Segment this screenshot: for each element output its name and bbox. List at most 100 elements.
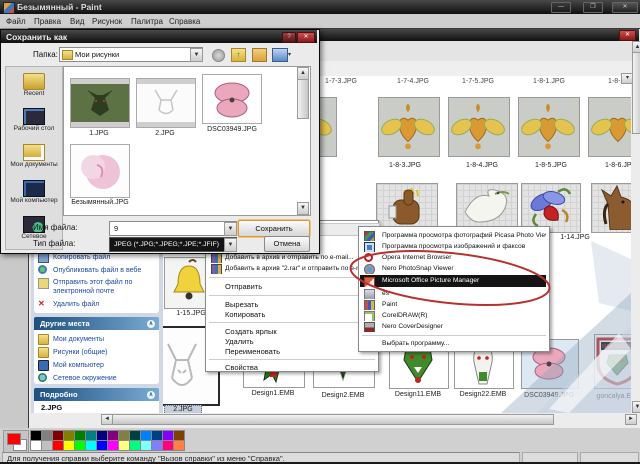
menu-item-es[interactable]: es bbox=[360, 288, 546, 299]
file-label[interactable]: 1-8-1.JPG bbox=[524, 78, 574, 86]
menu-view[interactable]: Вид bbox=[70, 17, 84, 26]
menu-file[interactable]: Файл bbox=[6, 17, 26, 26]
file-label[interactable]: 2.JPG bbox=[140, 130, 190, 138]
dialog-thumbnail-dsc03949[interactable] bbox=[202, 74, 262, 124]
scroll-thumb[interactable] bbox=[297, 79, 309, 119]
place-recent[interactable]: Recent bbox=[6, 90, 62, 98]
up-one-level-icon[interactable]: ↑ bbox=[231, 48, 246, 62]
link-shared-pictures[interactable]: Рисунки (общие) bbox=[53, 348, 108, 357]
menu-item-rename[interactable]: Переименовать bbox=[207, 346, 280, 357]
menu-item-send-to[interactable]: Отправить▶ bbox=[207, 281, 262, 292]
explorer-close-button[interactable]: ✕ bbox=[619, 30, 636, 41]
horizontal-scroll-thumb[interactable] bbox=[112, 414, 554, 425]
menu-item-copy[interactable]: Копировать bbox=[207, 309, 265, 320]
primary-color-swatch[interactable] bbox=[7, 433, 21, 445]
file-label[interactable]: Design22.EMB bbox=[458, 391, 508, 399]
menu-item-nero-photosnap[interactable]: Nero PhotoSnap Viewer bbox=[360, 263, 546, 274]
horizontal-scrollbar[interactable]: ◄ ► bbox=[101, 414, 637, 425]
menu-item-add-archive-2rar-email[interactable]: Добавить в архив "2.rar" и отправить по … bbox=[207, 263, 368, 274]
place-my-documents[interactable]: Мои документы bbox=[6, 161, 62, 169]
place-my-computer[interactable]: Мой компьютер bbox=[6, 197, 62, 205]
new-folder-icon[interactable] bbox=[252, 48, 267, 62]
vertical-scrollbar[interactable]: ▲ ▼ bbox=[632, 41, 640, 413]
views-icon[interactable] bbox=[272, 48, 288, 62]
task-publish-web[interactable]: Опубликовать файл в вебе bbox=[53, 266, 141, 275]
menu-edit[interactable]: Правка bbox=[34, 17, 61, 26]
close-icon: ✕ bbox=[622, 4, 628, 10]
dialog-close-button[interactable]: ✕ bbox=[297, 32, 315, 43]
scroll-down-button[interactable]: ▼ bbox=[632, 401, 640, 413]
link-my-computer[interactable]: Мой компьютер bbox=[53, 361, 104, 370]
file-label[interactable]: 1-8-6.JPG bbox=[596, 162, 631, 170]
menu-item-coreldraw[interactable]: CorelDRAW(R) bbox=[360, 310, 546, 321]
dialog-thumbnail-untitled[interactable] bbox=[70, 144, 130, 198]
menu-item-properties[interactable]: Свойства bbox=[207, 362, 258, 373]
details-header[interactable]: Подробно ∧ bbox=[34, 388, 159, 401]
cancel-button[interactable]: Отмена bbox=[264, 236, 310, 252]
file-label[interactable]: 1-7-5.JPG bbox=[453, 78, 503, 86]
menu-item-nero-coverdesigner[interactable]: Nero CoverDesigner bbox=[360, 321, 546, 332]
my-computer-icon bbox=[23, 180, 45, 197]
task-email-file[interactable]: Отправить этот файл по электронной почте bbox=[53, 278, 145, 296]
menu-image[interactable]: Рисунок bbox=[92, 17, 122, 26]
folder-dropdown-arrow[interactable]: ▼ bbox=[190, 48, 203, 62]
file-label[interactable]: 1-8-4.JPG bbox=[457, 162, 507, 170]
menu-item-opera[interactable]: Opera Internet Browser bbox=[360, 252, 546, 263]
menu-label: Отправить bbox=[225, 282, 263, 291]
task-delete-file[interactable]: Удалить файл bbox=[53, 300, 99, 309]
scroll-right-button[interactable]: ► bbox=[625, 414, 637, 425]
file-label[interactable]: 1-14.JPG bbox=[550, 234, 600, 242]
menu-separator bbox=[209, 277, 375, 278]
dialog-thumbnail-2jpg[interactable] bbox=[136, 78, 196, 128]
dialog-help-button[interactable]: ? bbox=[282, 32, 296, 43]
place-desktop[interactable]: Рабочий стол bbox=[6, 125, 62, 133]
thumbnail-flower[interactable] bbox=[378, 97, 440, 157]
file-label[interactable]: DSC03949.JPG bbox=[201, 126, 263, 134]
close-button[interactable]: ✕ bbox=[612, 2, 638, 13]
file-label[interactable]: Design1.EMB bbox=[248, 390, 298, 398]
thumbnail-flower[interactable] bbox=[448, 97, 510, 157]
file-label[interactable]: 1-8-3.JPG bbox=[380, 162, 430, 170]
menu-palette[interactable]: Палитра bbox=[131, 17, 163, 26]
nero-photosnap-icon bbox=[364, 264, 375, 274]
thumbnail-flower[interactable] bbox=[518, 97, 580, 157]
other-places-header[interactable]: Другие места ∧ bbox=[34, 317, 159, 330]
dialog-list-scrollbar[interactable]: ▲ ▼ bbox=[297, 67, 309, 215]
menu-item-paint[interactable]: Paint bbox=[360, 299, 546, 310]
file-label[interactable]: 1-7-4.JPG bbox=[388, 78, 438, 86]
thumbnail-flower[interactable] bbox=[588, 97, 631, 157]
menu-item-picasa-viewer[interactable]: Программа просмотра фотографий Picasa Ph… bbox=[360, 230, 546, 241]
menu-item-choose-program[interactable]: Выбрать программу... bbox=[360, 338, 546, 349]
thumbnail-horse[interactable] bbox=[591, 183, 631, 233]
task-copy-file[interactable]: Копировать файл bbox=[53, 253, 110, 262]
dialog-thumbnail-1jpg[interactable] bbox=[70, 78, 130, 128]
file-label[interactable]: 1-7-3.JPG bbox=[316, 78, 366, 86]
file-label[interactable]: Design2.EMB bbox=[318, 392, 368, 400]
link-my-documents[interactable]: Мои документы bbox=[53, 335, 104, 344]
menu-item-image-fax-viewer[interactable]: Программа просмотра изображений и факсов bbox=[360, 241, 546, 252]
thumbnail-goncalya-crest[interactable]: MAD HOUSE bbox=[594, 334, 631, 389]
filename-dropdown-arrow[interactable]: ▼ bbox=[224, 222, 237, 236]
file-label[interactable]: Безымянный.JPG bbox=[64, 199, 136, 207]
minimize-button[interactable]: — bbox=[551, 2, 571, 13]
restore-button[interactable]: ❐ bbox=[583, 2, 603, 13]
back-button-icon[interactable] bbox=[212, 49, 225, 62]
file-label[interactable]: Design11.EMB bbox=[393, 391, 443, 399]
filename-input[interactable]: 9 ▼ bbox=[109, 221, 237, 236]
menu-help[interactable]: Справка bbox=[169, 17, 200, 26]
file-label-selected[interactable]: 2.JPG bbox=[164, 405, 202, 413]
link-network-places[interactable]: Сетевое окружение bbox=[53, 374, 117, 383]
file-label[interactable]: goncalya.EMB bbox=[589, 393, 631, 401]
file-label[interactable]: 1.JPG bbox=[74, 130, 124, 138]
file-label[interactable]: 1-8-5.JPG bbox=[526, 162, 576, 170]
palette-swatch[interactable] bbox=[173, 440, 185, 451]
menu-item-ms-picture-manager[interactable]: Microsoft Office Picture Manager bbox=[360, 275, 546, 287]
scroll-down-button[interactable]: ▼ bbox=[297, 202, 309, 215]
save-button[interactable]: Сохранить bbox=[238, 220, 310, 237]
file-label[interactable]: DSC03949.JPG bbox=[524, 392, 574, 400]
vertical-scroll-thumb[interactable] bbox=[632, 52, 640, 134]
folder-combobox[interactable]: Мои рисунки ▼ bbox=[59, 47, 203, 62]
filetype-dropdown-arrow[interactable]: ▼ bbox=[224, 238, 237, 252]
filetype-combobox[interactable]: JPEG (*.JPG;*.JPEG;*.JPE;*.JFIF) ▼ bbox=[109, 237, 237, 252]
views-dropdown-arrow[interactable]: ▾ bbox=[288, 51, 291, 58]
